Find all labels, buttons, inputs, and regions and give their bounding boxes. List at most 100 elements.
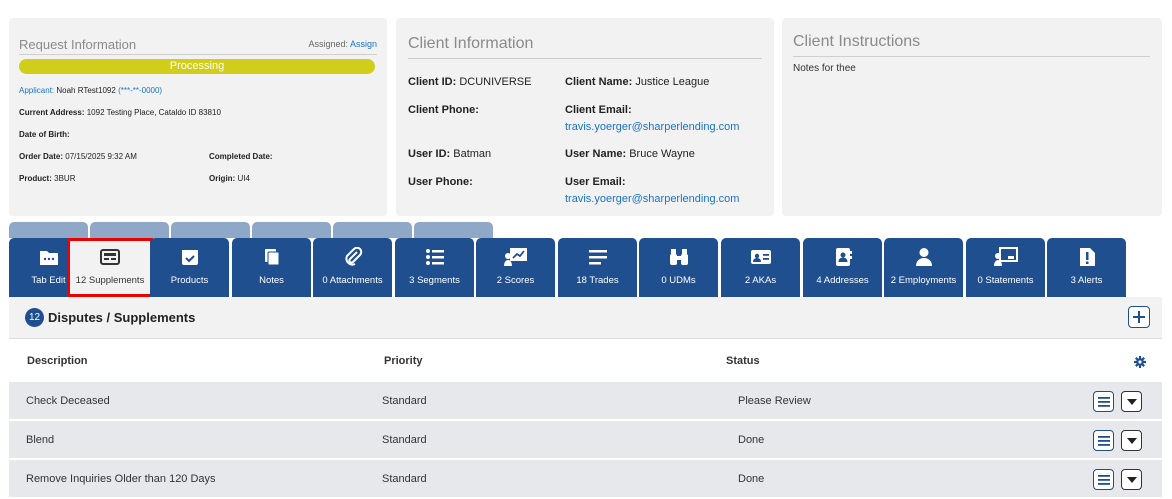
tab-employments[interactable]: 2 Employments xyxy=(884,238,963,297)
client-name-value: Justice League xyxy=(635,76,710,88)
origin-label: Origin: xyxy=(209,174,236,183)
tab-supplements[interactable]: 12 Supplements xyxy=(67,238,153,297)
row-description: Remove Inquiries Older than 120 Days xyxy=(26,473,216,485)
order-date-value: 07/15/2025 9:32 AM xyxy=(65,152,137,161)
assigned-field: Assigned: Assign xyxy=(308,39,377,49)
tab-label: 2 Employments xyxy=(890,275,957,286)
product-row: Product: 3BUR xyxy=(19,174,75,183)
current-address-value: 1092 Testing Place, Cataldo ID 83810 xyxy=(86,108,221,117)
tab-trades[interactable]: 18 Trades xyxy=(558,238,637,297)
tab-products[interactable]: Products xyxy=(150,238,229,297)
gear-icon[interactable] xyxy=(1134,355,1146,373)
table-row[interactable]: Check Deceased Standard Please Review xyxy=(9,382,1162,420)
tab-label: 18 Trades xyxy=(576,275,619,286)
tab-akas[interactable]: 2 AKAs xyxy=(721,238,800,297)
add-supplement-button[interactable] xyxy=(1128,306,1150,328)
row-dropdown-button[interactable] xyxy=(1121,469,1142,490)
hamburger-icon xyxy=(1097,474,1110,485)
tab-statements[interactable]: 0 Statements xyxy=(966,238,1045,297)
status-bar: Processing xyxy=(19,59,375,74)
product-label: Product: xyxy=(19,174,52,183)
chart-board-icon xyxy=(476,246,555,268)
ghost-tab xyxy=(171,222,250,238)
board-icon xyxy=(966,246,1045,268)
client-instructions-panel: Client Instructions Notes for thee xyxy=(782,18,1162,216)
tab-segments[interactable]: 3 Segments xyxy=(395,238,474,297)
plus-icon xyxy=(1133,311,1145,323)
tab-udms[interactable]: 0 UDMs xyxy=(639,238,718,297)
current-address-label: Current Address: xyxy=(19,108,85,117)
caret-down-icon xyxy=(1126,437,1137,444)
row-priority: Standard xyxy=(382,473,427,485)
table-row[interactable]: Blend Standard Done xyxy=(9,421,1162,459)
hamburger-icon xyxy=(1097,435,1110,446)
caret-down-icon xyxy=(1126,476,1137,483)
tab-label: 0 Attachments xyxy=(322,275,383,286)
tab-label: 3 Alerts xyxy=(1070,275,1103,286)
user-email-label: User Email: xyxy=(565,176,626,188)
row-menu-button[interactable] xyxy=(1093,391,1114,412)
ghost-tab xyxy=(9,222,88,238)
divider xyxy=(408,58,762,59)
user-id-label: User ID: xyxy=(408,148,451,160)
assign-link[interactable]: Assign xyxy=(350,39,377,49)
client-id-row: Client ID: DCUNIVERSE xyxy=(408,76,531,88)
caret-down-icon xyxy=(1126,398,1137,405)
tab-label: Products xyxy=(170,275,209,286)
paperclip-icon xyxy=(313,246,392,268)
binoculars-icon xyxy=(639,246,718,268)
row-status: Done xyxy=(738,473,765,485)
supplements-icon xyxy=(70,246,150,268)
disputes-count-badge: 12 xyxy=(25,308,44,327)
divider xyxy=(793,56,1150,57)
tab-addresses[interactable]: 4 Addresses xyxy=(803,238,882,297)
client-email-label: Client Email: xyxy=(565,104,632,116)
user-name-row: User Name: Bruce Wayne xyxy=(565,148,695,160)
current-address-row: Current Address: 1092 Testing Place, Cat… xyxy=(19,108,221,117)
tab-alerts[interactable]: 3 Alerts xyxy=(1047,238,1126,297)
tab-attachments[interactable]: 0 Attachments xyxy=(313,238,392,297)
client-email-row: Client Email: travis.yoerger@sharperlend… xyxy=(565,104,739,133)
request-information-panel: Request Information Assigned: Assign Pro… xyxy=(9,18,387,216)
completed-date-label: Completed Date: xyxy=(209,152,273,161)
user-id-value: Batman xyxy=(453,148,492,160)
completed-date-row: Completed Date: xyxy=(209,152,273,161)
tab-notes[interactable]: Notes xyxy=(232,238,311,297)
row-menu-button[interactable] xyxy=(1093,469,1114,490)
dob-label: Date of Birth: xyxy=(19,130,70,139)
address-book-icon xyxy=(803,246,882,268)
assigned-label: Assigned: xyxy=(308,39,348,49)
client-instructions-title: Client Instructions xyxy=(793,33,921,50)
tab-label: 12 Supplements xyxy=(75,275,145,286)
alert-file-icon xyxy=(1047,246,1126,268)
disputes-title: Disputes / Supplements xyxy=(48,310,196,325)
row-dropdown-button[interactable] xyxy=(1121,391,1142,412)
row-description: Blend xyxy=(26,434,55,446)
client-information-panel: Client Information Client ID: DCUNIVERSE… xyxy=(396,18,774,216)
row-priority: Standard xyxy=(382,395,427,407)
user-email-link[interactable]: travis.yoerger@sharperlending.com xyxy=(565,193,739,205)
dob-row: Date of Birth: xyxy=(19,130,70,139)
row-menu-button[interactable] xyxy=(1093,430,1114,451)
column-status: Status xyxy=(726,355,760,367)
divider xyxy=(19,54,377,55)
row-status: Done xyxy=(738,434,765,446)
column-priority: Priority xyxy=(384,355,423,367)
client-phone-label: Client Phone: xyxy=(408,104,479,116)
row-dropdown-button[interactable] xyxy=(1121,430,1142,451)
ghost-tab xyxy=(414,222,493,238)
client-email-link[interactable]: travis.yoerger@sharperlending.com xyxy=(565,121,739,133)
tab-label: 0 Statements xyxy=(977,275,1034,286)
table-header: Description Priority Status xyxy=(9,338,1162,382)
client-phone-row: Client Phone: xyxy=(408,104,479,116)
id-card-icon xyxy=(721,246,800,268)
order-date-row: Order Date: 07/15/2025 9:32 AM xyxy=(19,152,137,161)
table-row[interactable]: Remove Inquiries Older than 120 Days Sta… xyxy=(9,460,1162,498)
ghost-tab xyxy=(252,222,331,238)
box-check-icon xyxy=(150,246,229,268)
tab-scores[interactable]: 2 Scores xyxy=(476,238,555,297)
client-id-label: Client ID: xyxy=(408,76,457,88)
lines-icon xyxy=(558,246,637,268)
applicant-ssn-link[interactable]: (***-**-0000) xyxy=(118,86,162,95)
applicant-label: Applicant: xyxy=(19,86,55,95)
